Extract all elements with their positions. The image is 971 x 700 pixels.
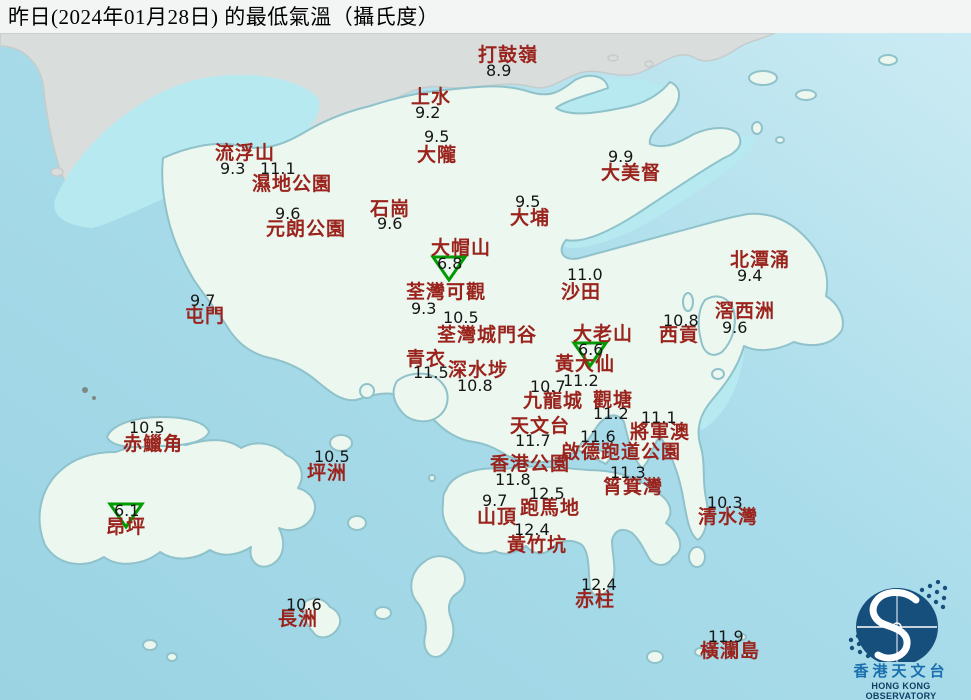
station-temperature-value: 11.1 — [260, 159, 296, 178]
station-temperature-value: 9.3 — [220, 159, 246, 178]
station-temperature-value: 9.9 — [608, 147, 634, 166]
station-temperature-value: 10.3 — [707, 493, 743, 512]
station-name-label: 山頂 — [477, 507, 518, 528]
station-temperature-value: 6.6 — [578, 340, 604, 359]
station-temperature-value: 10.7 — [530, 377, 566, 396]
station-name-label: 大隴 — [417, 145, 458, 166]
station-temperature-value: 11.3 — [610, 463, 646, 482]
station-name-label: 坪洲 — [307, 463, 348, 484]
station-temperature-value: 10.5 — [314, 447, 350, 466]
station-temperature-value: 9.6 — [722, 318, 748, 337]
station-temperature-value: 11.6 — [580, 427, 616, 446]
station-temperature-value: 10.8 — [663, 311, 699, 330]
station-temperature-value: 9.7 — [190, 291, 216, 310]
station-temperature-value: 10.8 — [457, 376, 493, 395]
station-temperature-value: 9.5 — [424, 127, 450, 146]
station-temperature-value: 9.4 — [737, 266, 763, 285]
station-name-label: 大埔 — [510, 208, 551, 229]
station-temperature-value: 10.5 — [129, 418, 165, 437]
station-temperature-value: 11.2 — [563, 371, 599, 390]
hko-logo-icon — [848, 580, 948, 662]
station-temperature-value: 12.4 — [514, 520, 550, 539]
lantau-island — [38, 439, 317, 568]
station-temperature-value: 11.0 — [567, 265, 603, 284]
page-title: 昨日(2024年01月28日) 的最低氣溫（攝氏度） — [8, 5, 440, 29]
station-temperature-value: 6.1 — [114, 501, 140, 520]
station-temperature-value: 9.5 — [515, 192, 541, 211]
station-name-label: 沙田 — [561, 282, 602, 303]
hong-kong-map — [0, 0, 971, 700]
station-temperature-value: 9.6 — [275, 204, 301, 223]
station-temperature-value: 9.3 — [411, 299, 437, 318]
station-temperature-value: 10.6 — [286, 595, 322, 614]
station-temperature-value: 11.5 — [413, 363, 449, 382]
hko-logo-english-text: HONG KONG OBSERVATORY — [865, 680, 937, 700]
weather-map-screen: 昨日(2024年01月28日) 的最低氣溫（攝氏度） 8.9 打鼓嶺 9.2 上水 9.… — [0, 0, 971, 700]
station-temperature-value: 9.7 — [482, 491, 508, 510]
station-temperature-value: 9.2 — [415, 103, 441, 122]
station-name-label: 啟德跑道公園 — [561, 442, 682, 463]
hko-logo-chinese-text: 香港天文台 — [853, 664, 949, 680]
station-temperature-value: 9.6 — [377, 214, 403, 233]
station-name-label: 昂坪 — [106, 517, 147, 538]
station-temperature-value: 6.8 — [437, 254, 463, 273]
station-temperature-value: 11.1 — [641, 408, 677, 427]
hko-logo: 香港天文台 HONG KONG OBSERVATORY — [836, 580, 966, 700]
station-temperature-value: 11.2 — [593, 404, 629, 423]
station-temperature-value: 11.7 — [515, 431, 551, 450]
station-temperature-value: 12.4 — [581, 575, 617, 594]
station-temperature-value: 12.5 — [529, 484, 565, 503]
station-temperature-value: 10.5 — [443, 308, 479, 327]
station-name-label: 大美督 — [601, 163, 662, 184]
station-name-label: 荃灣城門谷 — [437, 325, 538, 346]
station-temperature-value: 11.9 — [708, 627, 744, 646]
station-name-label: 赤鱲角 — [123, 434, 184, 455]
station-temperature-value: 11.8 — [495, 470, 531, 489]
station-temperature-value: 8.9 — [486, 61, 512, 80]
